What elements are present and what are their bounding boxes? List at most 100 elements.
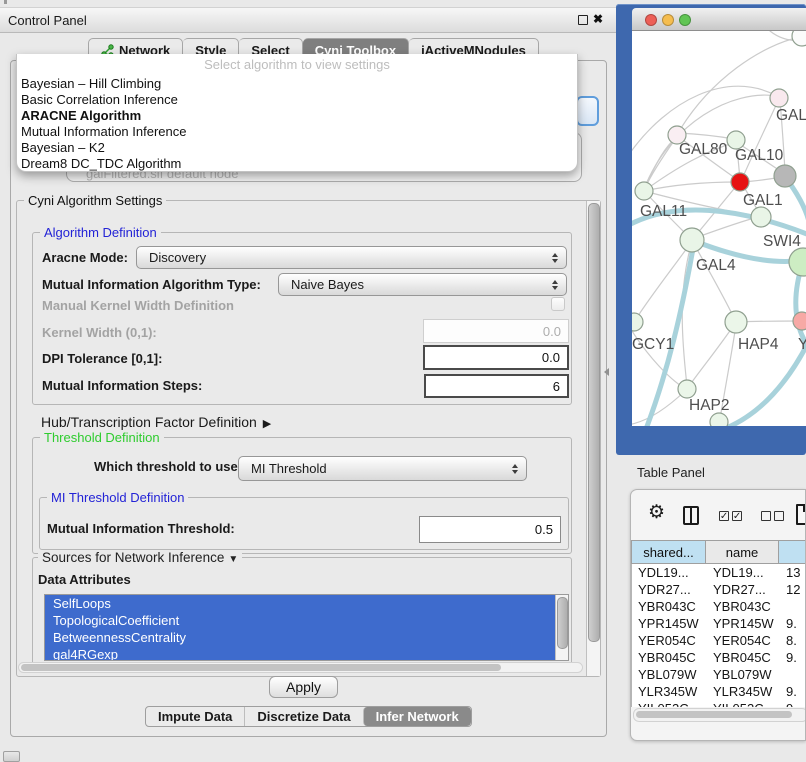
aracne-mode-value: Discovery [149, 250, 206, 265]
bottom-tab-impute-data[interactable]: Impute Data [146, 707, 244, 726]
gear-icon[interactable]: ⚙ [648, 503, 665, 522]
kernel-width-input[interactable] [423, 319, 569, 343]
table-row[interactable]: YDL19...YDL19...13 [632, 564, 806, 581]
sources-toggle[interactable]: Sources for Network Inference▼ [38, 550, 242, 565]
attributes-list-scrollbar[interactable] [555, 595, 568, 660]
table-row[interactable]: YBR043CYBR043C [632, 598, 806, 615]
algorithm-option-mutual-information-inference[interactable]: Mutual Information Inference [21, 124, 573, 140]
table-cell: YPR145W [632, 615, 707, 632]
network-node-hap4[interactable] [725, 311, 747, 333]
algorithm-option-basic-correlation-inference[interactable]: Basic Correlation Inference [21, 92, 573, 108]
mi-threshold-label: Mutual Information Threshold: [47, 521, 235, 536]
data-attributes-list[interactable]: SelfLoopsTopologicalCoefficientBetweenne… [44, 594, 569, 661]
mi-type-label: Mutual Information Algorithm Type: [42, 277, 261, 292]
settings-hscrollbar[interactable] [18, 662, 583, 673]
column-header-name[interactable]: name [706, 540, 779, 564]
apply-button[interactable]: Apply [269, 676, 338, 698]
network-edge[interactable] [739, 321, 800, 322]
table-hscrollbar-thumb[interactable] [636, 711, 792, 718]
mi-type-select[interactable]: Naive Bayes [278, 273, 567, 296]
attributes-scrollbar-thumb[interactable] [557, 597, 568, 649]
split-columns-icon[interactable] [683, 506, 699, 525]
algorithm-option-dream8-dc-tdc-algorithm[interactable]: Dream8 DC_TDC Algorithm [21, 156, 573, 172]
algorithm-option-bayesian-hill-climbing[interactable]: Bayesian – Hill Climbing [21, 76, 573, 92]
table-cell: YER054C [632, 632, 707, 649]
network-node-hap2[interactable] [678, 380, 696, 398]
network-titlebar[interactable] [632, 8, 806, 31]
network-node-y[interactable] [793, 312, 806, 330]
algorithm-dropdown: Select algorithm to view settings Bayesi… [16, 54, 578, 172]
network-node[interactable] [774, 165, 796, 187]
table-row[interactable]: YER054CYER054C8. [632, 632, 806, 649]
settings-hscrollbar-thumb[interactable] [21, 664, 501, 671]
table-cell: YIL052C [707, 700, 780, 707]
table-row[interactable]: YBR045CYBR045C9. [632, 649, 806, 666]
table-row[interactable]: YDR27...YDR27...12 [632, 581, 806, 598]
table-hscrollbar[interactable] [633, 708, 806, 722]
node-label-y: Y [798, 336, 806, 353]
network-edge[interactable] [645, 138, 676, 188]
panel-collapse-arrow-icon[interactable] [604, 368, 609, 376]
combo-arrows-icon [512, 464, 518, 474]
network-node-gcy1[interactable] [632, 313, 643, 331]
algorithm-dropdown-list: Bayesian – Hill ClimbingBasic Correlatio… [21, 76, 573, 172]
zoom-traffic-light-icon[interactable] [679, 14, 691, 26]
table-cell: YBL079W [707, 666, 780, 683]
float-window-icon[interactable] [578, 15, 588, 25]
network-edge[interactable] [679, 133, 734, 139]
node-label-gal1: GAL1 [743, 192, 783, 209]
mi-steps-input[interactable] [424, 374, 569, 398]
table-row[interactable]: YLR345WYLR345W9. [632, 683, 806, 700]
close-icon[interactable]: ✖ [593, 12, 603, 26]
attribute-item-topologicalcoefficient[interactable]: TopologicalCoefficient [45, 612, 568, 629]
select-all-icon[interactable]: ✓✓ [719, 511, 742, 521]
algorithm-option-bayesian-k2[interactable]: Bayesian – K2 [21, 140, 573, 156]
table-cell: 12 [780, 581, 806, 598]
attribute-item-betweennesscentrality[interactable]: BetweennessCentrality [45, 629, 568, 646]
settings-scrollbar-thumb[interactable] [588, 203, 600, 642]
network-edge[interactable] [694, 244, 734, 318]
minimize-traffic-light-icon[interactable] [662, 14, 674, 26]
network-edge[interactable] [695, 217, 758, 238]
taskbar-icon[interactable] [3, 751, 20, 762]
network-canvas[interactable]: GALGAL80GAL10GAL11GAL1SWI4GAL4GCY1HAP4YH… [632, 31, 806, 426]
bottom-tab-infer-network[interactable]: Infer Network [363, 707, 471, 726]
network-node-swi4[interactable] [789, 248, 806, 276]
table-cell: YDR27... [707, 581, 780, 598]
sources-title: Sources for Network Inference [42, 550, 224, 565]
network-node[interactable] [731, 173, 749, 191]
algorithm-option-aracne-algorithm[interactable]: ARACNE Algorithm [21, 108, 573, 124]
expand-arrow-icon: ▶ [263, 418, 271, 430]
column-header-col2[interactable] [779, 540, 806, 564]
attribute-item-gal4rgexp[interactable]: gal4RGexp [45, 646, 568, 661]
close-traffic-light-icon[interactable] [645, 14, 657, 26]
network-node-gal1[interactable] [751, 207, 771, 227]
hub-definition-toggle[interactable]: Hub/Transcription Factor Definition▶ [41, 414, 271, 430]
network-node-gal4[interactable] [680, 228, 704, 252]
window-edge-tick [4, 0, 7, 4]
manual-kernel-label: Manual Kernel Width Definition [42, 298, 234, 313]
table-row[interactable]: YIL052CYIL052C9 [632, 700, 806, 707]
network-node[interactable] [792, 31, 806, 46]
network-node-gal11[interactable] [635, 182, 653, 200]
table-row[interactable]: YPR145WYPR145W9. [632, 615, 806, 632]
network-node[interactable] [710, 413, 728, 426]
node-label-gcy1: GCY1 [632, 336, 674, 353]
which-threshold-select[interactable]: MI Threshold [238, 456, 527, 481]
network-node-gal[interactable] [770, 89, 788, 107]
dpi-tolerance-input[interactable] [423, 345, 569, 370]
mi-threshold-input[interactable] [419, 516, 561, 543]
network-edge[interactable] [742, 101, 778, 179]
table-cell: 9 [780, 700, 806, 707]
document-icon[interactable] [796, 504, 806, 525]
mi-type-value: Naive Bayes [291, 277, 364, 292]
bottom-tab-discretize-data[interactable]: Discretize Data [244, 707, 362, 726]
manual-kernel-checkbox[interactable] [551, 297, 565, 311]
column-header-shared-[interactable]: shared... [631, 540, 706, 564]
attribute-item-selfloops[interactable]: SelfLoops [45, 595, 568, 612]
network-edge[interactable] [644, 182, 738, 191]
table-row[interactable]: YBL079WYBL079W [632, 666, 806, 683]
aracne-mode-select[interactable]: Discovery [136, 246, 567, 269]
deselect-all-icon[interactable] [761, 511, 784, 521]
settings-scrollbar[interactable] [586, 201, 600, 676]
